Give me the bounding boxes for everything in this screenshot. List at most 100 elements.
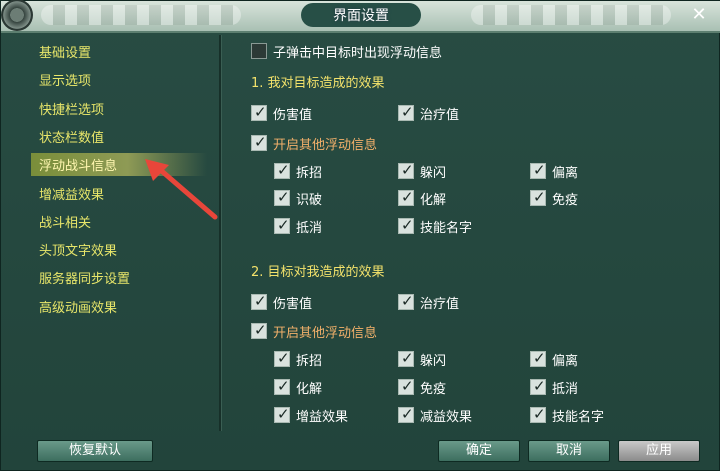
s1-item-deflect[interactable]: ✓ 偏离 bbox=[530, 161, 578, 181]
s2-heal-checkbox[interactable]: ✓ bbox=[398, 292, 414, 310]
window-title: 界面设置 bbox=[333, 8, 389, 24]
s1-dodge-label: 躲闪 bbox=[420, 165, 447, 181]
sidebar-item-display[interactable]: 显示选项 bbox=[39, 70, 91, 89]
cancel-button[interactable]: 取消 bbox=[528, 440, 610, 462]
s2-item-resolve[interactable]: ✓ 化解 bbox=[274, 377, 322, 397]
s1-see-through-checkbox[interactable]: ✓ bbox=[274, 188, 290, 206]
sidebar-item-overhead-text[interactable]: 头顶文字效果 bbox=[39, 240, 117, 259]
sidebar-item-server-sync[interactable]: 服务器同步设置 bbox=[39, 268, 130, 287]
s2-item-parry[interactable]: ✓ 拆招 bbox=[274, 349, 322, 369]
s1-item-see-through[interactable]: ✓ 识破 bbox=[274, 188, 322, 208]
s2-debuff-label: 减益效果 bbox=[420, 409, 473, 425]
s2-other-option[interactable]: ✓ 开启其他浮动信息 bbox=[251, 321, 377, 341]
sidebar-item-buffs[interactable]: 增减益效果 bbox=[39, 184, 104, 203]
s2-parry-label: 拆招 bbox=[296, 353, 323, 369]
s2-damage-label: 伤害值 bbox=[273, 296, 313, 312]
s2-item-skill-name[interactable]: ✓ 技能名字 bbox=[530, 405, 604, 425]
s1-parry-label: 拆招 bbox=[296, 165, 323, 181]
s2-damage-checkbox[interactable]: ✓ bbox=[251, 292, 267, 310]
ok-button[interactable]: 确定 bbox=[438, 440, 520, 462]
s2-buff-label: 增益效果 bbox=[296, 409, 349, 425]
s1-other-option[interactable]: ✓ 开启其他浮动信息 bbox=[251, 133, 377, 153]
sidebar-item-advanced-animation[interactable]: 高级动画效果 bbox=[39, 297, 117, 316]
checkmark-icon: ✓ bbox=[277, 216, 290, 234]
checkmark-icon: ✓ bbox=[401, 216, 414, 234]
s2-heal-label: 治疗值 bbox=[420, 296, 460, 312]
sidebar-item-basic[interactable]: 基础设置 bbox=[39, 42, 91, 61]
s2-negate-checkbox[interactable]: ✓ bbox=[530, 377, 546, 395]
s1-other-checkbox[interactable]: ✓ bbox=[251, 133, 267, 151]
s1-heal-option[interactable]: ✓ 治疗值 bbox=[398, 103, 459, 123]
sidebar-item-shortcut-bar[interactable]: 快捷栏选项 bbox=[39, 99, 104, 118]
s1-item-resolve[interactable]: ✓ 化解 bbox=[398, 188, 446, 208]
checkmark-icon: ✓ bbox=[254, 103, 267, 121]
checkmark-icon: ✓ bbox=[254, 292, 267, 310]
s2-other-label: 开启其他浮动信息 bbox=[273, 325, 378, 341]
s2-immune-checkbox[interactable]: ✓ bbox=[398, 377, 414, 395]
s1-negate-checkbox[interactable]: ✓ bbox=[274, 216, 290, 234]
checkmark-icon: ✓ bbox=[277, 405, 290, 423]
s1-resolve-checkbox[interactable]: ✓ bbox=[398, 188, 414, 206]
section1-title: 1. 我对目标造成的效果 bbox=[251, 76, 385, 91]
s1-dodge-checkbox[interactable]: ✓ bbox=[398, 161, 414, 179]
sidebar-item-status-bar[interactable]: 状态栏数值 bbox=[39, 127, 104, 146]
s1-damage-checkbox[interactable]: ✓ bbox=[251, 103, 267, 121]
close-icon[interactable]: ✕ bbox=[689, 5, 709, 25]
s1-parry-checkbox[interactable]: ✓ bbox=[274, 161, 290, 179]
s2-item-dodge[interactable]: ✓ 躲闪 bbox=[398, 349, 446, 369]
checkmark-icon: ✓ bbox=[401, 161, 414, 179]
bullet-hit-option[interactable]: 子弹击中目标时出现浮动信息 bbox=[251, 41, 442, 61]
s1-heal-checkbox[interactable]: ✓ bbox=[398, 103, 414, 121]
s2-item-immune[interactable]: ✓ 免疫 bbox=[398, 377, 446, 397]
s2-item-negate[interactable]: ✓ 抵消 bbox=[530, 377, 578, 397]
s1-item-negate[interactable]: ✓ 抵消 bbox=[274, 216, 322, 236]
panel-divider bbox=[219, 35, 221, 431]
s1-damage-label: 伤害值 bbox=[273, 107, 313, 123]
s2-item-buff[interactable]: ✓ 增益效果 bbox=[274, 405, 348, 425]
apply-button[interactable]: 应用 bbox=[618, 440, 700, 462]
s1-skill-name-checkbox[interactable]: ✓ bbox=[398, 216, 414, 234]
checkmark-icon: ✓ bbox=[401, 292, 414, 310]
reset-default-button[interactable]: 恢复默认 bbox=[37, 440, 153, 462]
checkmark-icon: ✓ bbox=[533, 161, 546, 179]
s2-item-debuff[interactable]: ✓ 减益效果 bbox=[398, 405, 472, 425]
s2-item-deflect[interactable]: ✓ 偏离 bbox=[530, 349, 578, 369]
checkmark-icon: ✓ bbox=[277, 188, 290, 206]
s1-resolve-label: 化解 bbox=[420, 192, 447, 208]
s1-item-dodge[interactable]: ✓ 躲闪 bbox=[398, 161, 446, 181]
s1-other-label: 开启其他浮动信息 bbox=[273, 137, 378, 153]
s1-item-immune[interactable]: ✓ 免疫 bbox=[530, 188, 578, 208]
checkmark-icon: ✓ bbox=[533, 349, 546, 367]
s2-resolve-label: 化解 bbox=[296, 381, 323, 397]
s2-deflect-label: 偏离 bbox=[552, 353, 579, 369]
sidebar-item-combat[interactable]: 战斗相关 bbox=[39, 212, 91, 231]
checkmark-icon: ✓ bbox=[533, 188, 546, 206]
s1-immune-checkbox[interactable]: ✓ bbox=[530, 188, 546, 206]
s2-debuff-checkbox[interactable]: ✓ bbox=[398, 405, 414, 423]
s1-item-parry[interactable]: ✓ 拆招 bbox=[274, 161, 322, 181]
s2-damage-option[interactable]: ✓ 伤害值 bbox=[251, 292, 312, 312]
s1-damage-option[interactable]: ✓ 伤害值 bbox=[251, 103, 312, 123]
title-bar: 界面设置 ✕ bbox=[1, 0, 720, 33]
s2-buff-checkbox[interactable]: ✓ bbox=[274, 405, 290, 423]
s1-deflect-label: 偏离 bbox=[552, 165, 579, 181]
s2-resolve-checkbox[interactable]: ✓ bbox=[274, 377, 290, 395]
red-arrow-annotation bbox=[145, 159, 218, 220]
s1-see-through-label: 识破 bbox=[296, 192, 323, 208]
s1-deflect-checkbox[interactable]: ✓ bbox=[530, 161, 546, 179]
checkmark-icon: ✓ bbox=[401, 103, 414, 121]
s2-other-checkbox[interactable]: ✓ bbox=[251, 321, 267, 339]
s2-skill-name-checkbox[interactable]: ✓ bbox=[530, 405, 546, 423]
s1-item-skill-name[interactable]: ✓ 技能名字 bbox=[398, 216, 472, 236]
s2-skill-name-label: 技能名字 bbox=[552, 409, 605, 425]
bullet-hit-checkbox[interactable] bbox=[251, 43, 267, 59]
s1-heal-label: 治疗值 bbox=[420, 107, 460, 123]
s2-heal-option[interactable]: ✓ 治疗值 bbox=[398, 292, 459, 312]
s2-parry-checkbox[interactable]: ✓ bbox=[274, 349, 290, 367]
s1-skill-name-label: 技能名字 bbox=[420, 220, 473, 236]
checkmark-icon: ✓ bbox=[401, 377, 414, 395]
checkmark-icon: ✓ bbox=[401, 405, 414, 423]
s2-deflect-checkbox[interactable]: ✓ bbox=[530, 349, 546, 367]
s2-dodge-checkbox[interactable]: ✓ bbox=[398, 349, 414, 367]
checkmark-icon: ✓ bbox=[533, 405, 546, 423]
